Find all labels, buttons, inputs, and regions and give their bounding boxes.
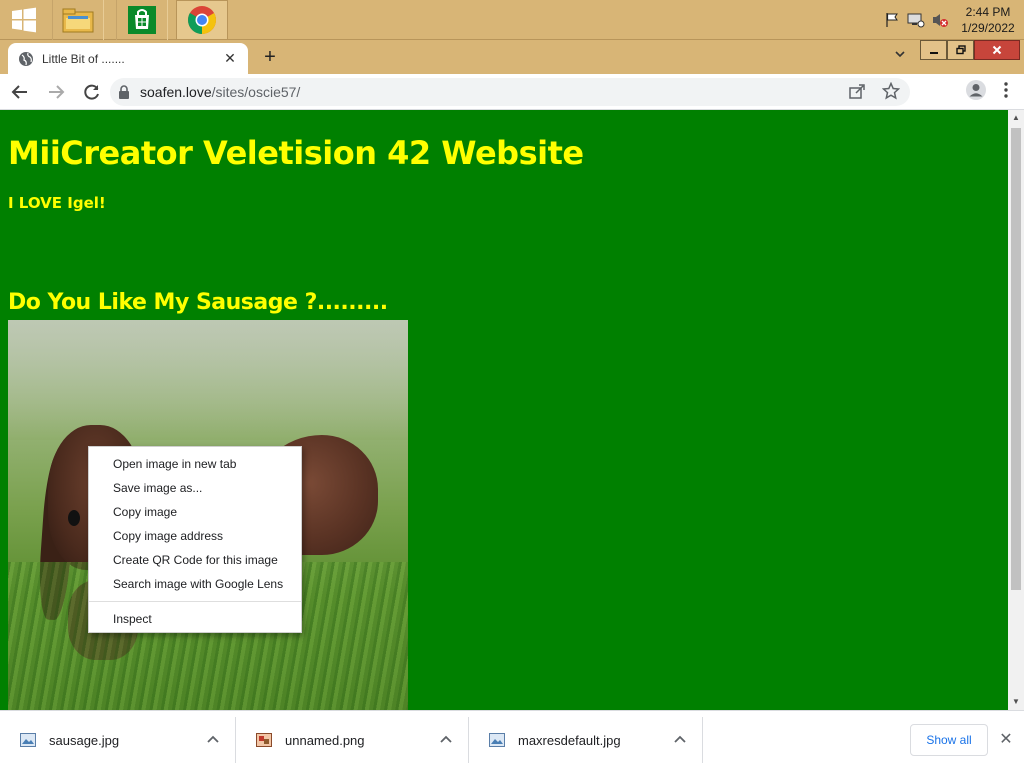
download-item[interactable]: maxresdefault.jpg xyxy=(469,717,703,763)
new-tab-button[interactable]: + xyxy=(258,46,282,70)
show-all-downloads-button[interactable]: Show all xyxy=(910,724,988,756)
taskbar: 2:44 PM 1/29/2022 xyxy=(0,0,1024,40)
close-window-button[interactable] xyxy=(974,40,1020,60)
page-heading: Do You Like My Sausage ?......... xyxy=(8,290,388,315)
scroll-down-arrow-icon[interactable]: ▼ xyxy=(1008,694,1024,710)
menu-save-image-as[interactable]: Save image as... xyxy=(89,476,301,500)
profile-avatar-icon[interactable] xyxy=(962,76,990,104)
browser-toolbar: soafen.love/sites/oscie57/ xyxy=(0,74,1024,110)
flag-icon[interactable] xyxy=(881,9,903,31)
speaker-muted-icon[interactable] xyxy=(929,9,951,31)
scroll-up-arrow-icon[interactable]: ▲ xyxy=(1008,110,1024,126)
windows-logo-icon xyxy=(12,7,36,33)
folder-icon xyxy=(62,8,94,33)
taskbar-clock[interactable]: 2:44 PM 1/29/2022 xyxy=(952,4,1024,36)
menu-open-image-new-tab[interactable]: Open image in new tab xyxy=(89,452,301,476)
chevron-up-icon[interactable] xyxy=(438,732,454,748)
forward-button[interactable] xyxy=(40,76,72,108)
page-scrollbar[interactable]: ▲ ▼ xyxy=(1008,110,1024,710)
tab-search-chevron-icon[interactable] xyxy=(890,48,910,68)
tab-title: Little Bit of ....... xyxy=(42,51,125,66)
image-file-icon xyxy=(489,733,505,747)
tab-strip: Little Bit of ....... ✕ + xyxy=(0,40,1024,74)
address-bar[interactable]: soafen.love/sites/oscie57/ xyxy=(110,78,910,106)
close-download-shelf-icon[interactable]: ✕ xyxy=(996,731,1016,751)
reload-button[interactable] xyxy=(76,76,108,108)
download-item[interactable]: unnamed.png xyxy=(236,717,469,763)
download-item[interactable]: sausage.jpg xyxy=(0,717,236,763)
store-icon xyxy=(128,6,156,34)
omnibox-actions xyxy=(848,81,902,102)
back-button[interactable] xyxy=(4,76,36,108)
menu-copy-image-address[interactable]: Copy image address xyxy=(89,524,301,548)
system-tray: 2:44 PM 1/29/2022 xyxy=(880,0,1024,40)
url-host: soafen.love xyxy=(140,84,212,100)
image-context-menu: Open image in new tab Save image as... C… xyxy=(88,446,302,633)
browser-tab[interactable]: Little Bit of ....... ✕ xyxy=(8,43,248,74)
taskbar-chrome[interactable] xyxy=(176,0,228,40)
reload-icon xyxy=(84,84,99,100)
arrow-left-icon xyxy=(11,84,27,99)
minimize-button[interactable] xyxy=(920,40,947,60)
dog-eye xyxy=(68,510,80,526)
window-controls xyxy=(920,40,1020,60)
menu-create-qr-code[interactable]: Create QR Code for this image xyxy=(89,548,301,572)
download-filename: unnamed.png xyxy=(285,732,365,748)
clock-time: 2:44 PM xyxy=(965,5,1011,19)
page-subtitle: I LOVE Igel! xyxy=(8,194,106,212)
taskbar-store[interactable] xyxy=(116,0,168,40)
clock-date: 1/29/2022 xyxy=(961,21,1015,35)
tab-close-icon[interactable]: ✕ xyxy=(222,50,238,67)
image-file-icon xyxy=(20,733,36,747)
menu-copy-image[interactable]: Copy image xyxy=(89,500,301,524)
menu-search-google-lens[interactable]: Search image with Google Lens xyxy=(89,572,301,596)
chrome-icon xyxy=(188,6,216,34)
png-file-icon xyxy=(256,733,272,747)
restore-button[interactable] xyxy=(947,40,974,60)
share-icon[interactable] xyxy=(848,82,868,102)
start-button[interactable] xyxy=(0,0,48,40)
page-title: MiiCreator Veletision 42 Website xyxy=(8,134,584,172)
arrow-right-icon xyxy=(49,84,65,99)
download-filename: sausage.jpg xyxy=(49,732,120,748)
chevron-up-icon[interactable] xyxy=(205,732,221,748)
chevron-up-icon[interactable] xyxy=(672,732,688,748)
taskbar-file-explorer[interactable] xyxy=(52,0,104,40)
url-path: /sites/oscie57/ xyxy=(211,84,301,100)
download-filename: maxresdefault.jpg xyxy=(518,732,621,748)
toolbar-right xyxy=(962,76,1018,104)
lock-icon xyxy=(119,85,129,99)
globe-icon xyxy=(19,51,33,66)
scroll-thumb[interactable] xyxy=(1011,128,1021,590)
menu-separator xyxy=(89,601,301,602)
menu-inspect[interactable]: Inspect xyxy=(89,607,301,631)
network-icon[interactable] xyxy=(905,9,927,31)
download-shelf: sausage.jpg unnamed.png maxresdefault.jp… xyxy=(0,710,1024,768)
image-background-blur xyxy=(8,320,408,440)
menu-kebab-icon[interactable] xyxy=(994,76,1018,104)
bookmark-star-icon[interactable] xyxy=(881,81,902,102)
url-text: soafen.love/sites/oscie57/ xyxy=(140,84,300,100)
